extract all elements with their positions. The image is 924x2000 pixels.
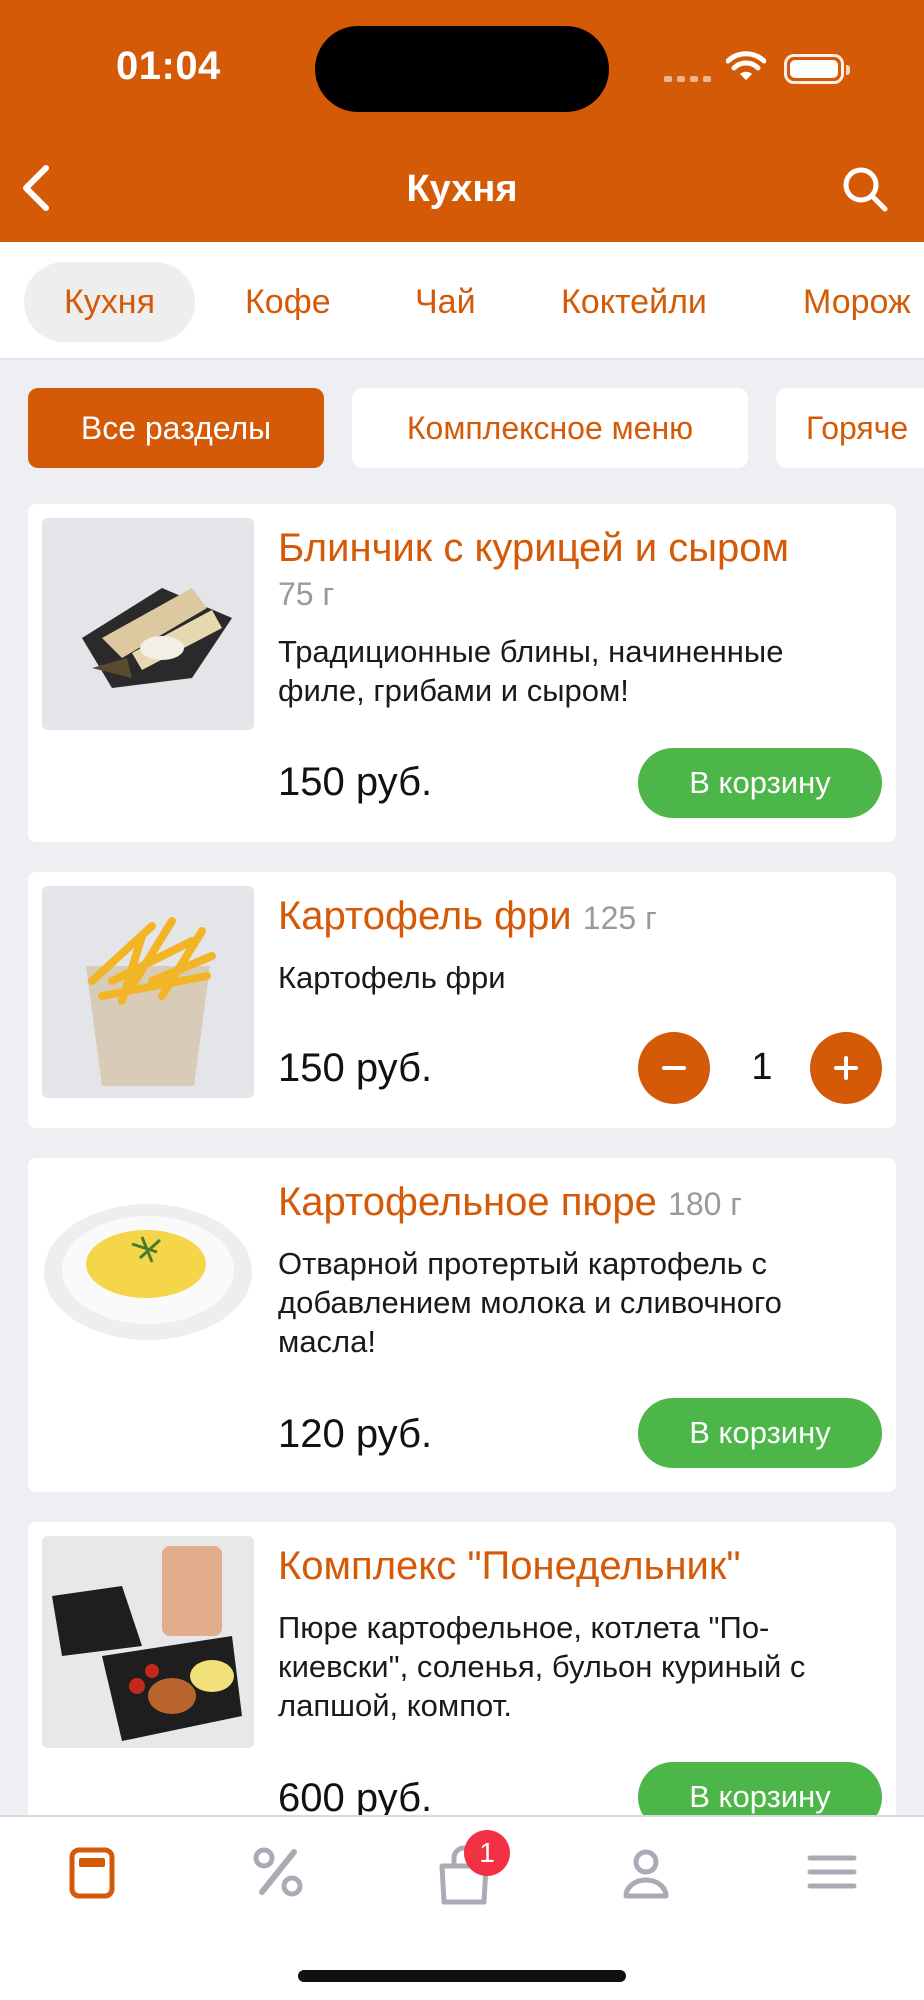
item-price: 120 руб. [278,1412,433,1456]
item-description: Отварной протертый картофель с добавлени… [278,1246,782,1359]
quantity-value: 1 [751,1046,773,1088]
search-icon[interactable] [840,164,890,214]
menu-book-icon[interactable] [62,1842,122,1902]
food-image [42,1536,254,1748]
cart-count-badge: 1 [464,1830,510,1876]
add-to-cart-button[interactable]: В корзину [638,748,882,818]
add-to-cart-button[interactable]: В корзину [638,1398,882,1468]
item-weight: 125 г [582,900,657,936]
hamburger-menu-icon[interactable] [802,1842,862,1902]
item-name: Картофельное пюре [278,1180,657,1224]
tab-ice-cream[interactable]: Морож [763,262,924,342]
item-description: Традиционные блины, начиненные филе, гри… [278,634,784,708]
chip-all-sections[interactable]: Все разделы [28,388,324,468]
menu-item-card[interactable]: Картофель фри 125 г Картофель фри 150 ру… [28,872,896,1128]
status-time: 01:04 [116,44,221,88]
item-name: Блинчик с курицей и сыром [278,526,789,570]
chip-complex-menu[interactable]: Комплексное меню [352,388,748,468]
profile-icon[interactable] [616,1842,676,1902]
food-image [42,1172,254,1384]
decrease-quantity-button[interactable] [638,1032,710,1104]
item-weight: 75 г [278,576,335,612]
food-image [42,886,254,1098]
tab-coffee[interactable]: Кофе [205,262,371,342]
page-title: Кухня [406,168,518,210]
percent-icon[interactable] [248,1842,308,1902]
header: 01:04 Кухня [0,0,924,242]
item-name: Картофель фри [278,894,572,938]
dynamic-island [315,26,609,112]
item-name: Комплекс "Понедельник" [278,1544,741,1588]
tab-kitchen[interactable]: Кухня [24,262,195,342]
food-image [42,518,254,730]
signal-icon [664,76,711,82]
item-weight: 180 г [668,1186,742,1222]
item-name-line: Картофельное пюре 180 г [278,1178,876,1228]
category-tabs: Кухня Кофе Чай Коктейли Морож [0,242,924,360]
tab-tea[interactable]: Чай [375,262,516,342]
section-chips: Все разделы Комплексное меню Горяче [0,388,924,470]
menu-item-card[interactable]: Картофельное пюре 180 г Отварной протерт… [28,1158,896,1492]
home-indicator [298,1970,626,1982]
battery-icon [784,54,850,84]
menu-item-card[interactable]: Комплекс "Понедельник" Пюре картофельное… [28,1522,896,1862]
increase-quantity-button[interactable] [810,1032,882,1104]
menu-item-card[interactable]: Блинчик с курицей и сыром 75 г Традицион… [28,504,896,842]
item-name-line: Картофель фри 125 г [278,892,876,942]
tab-cocktails[interactable]: Коктейли [521,262,747,342]
item-price: 150 руб. [278,760,433,804]
chip-hot[interactable]: Горяче [776,388,924,468]
item-description: Картофель фри [278,960,506,995]
item-price: 150 руб. [278,1046,433,1090]
wifi-icon [726,51,766,80]
item-description: Пюре картофельное, котлета "По-киевски",… [278,1610,806,1723]
